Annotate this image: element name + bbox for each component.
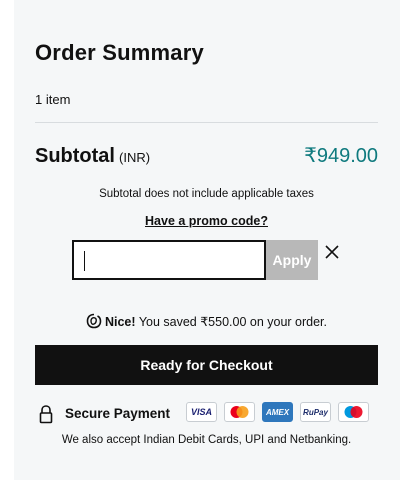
- checkout-button[interactable]: Ready for Checkout: [35, 345, 378, 385]
- subtotal-label: Subtotal (INR): [35, 145, 150, 168]
- apply-button[interactable]: Apply: [266, 240, 318, 280]
- promo-code-input[interactable]: [72, 240, 266, 280]
- savings-text: You saved ₹550.00 on your order.: [138, 315, 327, 329]
- amex-card-icon: AMEX: [262, 402, 293, 422]
- godaddy-logo-icon: [86, 313, 102, 329]
- rupay-label: RuPay: [303, 408, 328, 417]
- promo-code-link[interactable]: Have a promo code?: [35, 214, 378, 228]
- also-accept-note: We also accept Indian Debit Cards, UPI a…: [61, 434, 352, 446]
- secure-payment-label: Secure Payment: [65, 406, 171, 421]
- close-icon[interactable]: [324, 244, 340, 260]
- subtotal-row: Subtotal (INR) ₹949.00: [35, 143, 378, 171]
- item-count: 1 item: [35, 92, 71, 107]
- visa-label: VISA: [190, 407, 212, 417]
- amex-label: AMEX: [265, 408, 290, 417]
- subtotal-amount: ₹949.00: [304, 145, 378, 167]
- maestro-card-icon: [338, 402, 369, 422]
- mastercard-logo: [230, 406, 249, 418]
- order-summary-panel: Order Summary 1 item Subtotal (INR) ₹949.…: [14, 0, 400, 480]
- promo-row: Apply: [72, 240, 358, 280]
- mastercard-card-icon: [224, 402, 255, 422]
- subtotal-text: Subtotal: [35, 145, 115, 167]
- rupay-card-icon: RuPay: [300, 402, 331, 422]
- maestro-logo: [344, 406, 363, 418]
- secure-payment-row: Secure Payment VISA AMEX RuPay: [35, 402, 378, 426]
- savings-message: Nice! You saved ₹550.00 on your order.: [35, 313, 378, 329]
- divider: [35, 122, 378, 123]
- order-summary-title: Order Summary: [35, 40, 204, 65]
- tax-note: Subtotal does not include applicable tax…: [99, 188, 314, 200]
- savings-prefix: Nice!: [104, 315, 136, 329]
- lock-icon: [39, 405, 53, 424]
- visa-card-icon: VISA: [186, 402, 217, 422]
- subtotal-currency: (INR): [119, 150, 151, 165]
- text-caret: [84, 251, 85, 271]
